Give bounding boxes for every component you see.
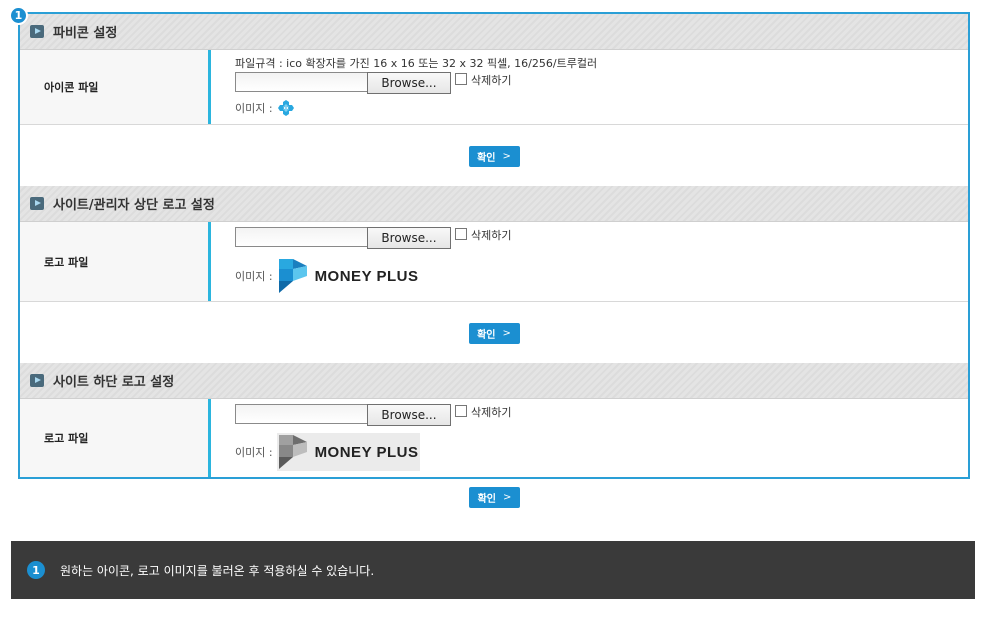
favicon-browse-button[interactable]: Browse... <box>367 72 451 94</box>
favicon-preview-icon <box>277 100 294 116</box>
confirm-label: 확인 <box>477 329 496 341</box>
bottom-logo-confirm-area: 확인 > <box>469 487 520 508</box>
top-logo-row: 로고 파일 Browse... 삭제하기 이미지 : MONEY PLUS <box>20 222 968 302</box>
bottom-logo-delete-checkbox[interactable] <box>455 405 467 417</box>
top-logo-browse-button[interactable]: Browse... <box>367 227 451 249</box>
play-icon <box>30 197 44 210</box>
confirm-label: 확인 <box>477 494 496 505</box>
row-value: 파일규격 : ico 확장자를 가진 16 x 16 또는 32 x 32 픽셀… <box>211 50 968 124</box>
favicon-section-header: 파비콘 설정 <box>20 14 968 50</box>
step-badge: 1 <box>9 6 28 25</box>
money-plus-logo-gray: MONEY PLUS <box>276 433 421 471</box>
row-label: 로고 파일 <box>20 399 211 477</box>
logo-text: MONEY PLUS <box>314 267 419 285</box>
top-logo-confirm-area: 확인 > <box>20 303 968 363</box>
favicon-confirm-button[interactable]: 확인 > <box>468 145 520 167</box>
chevron-right-icon: > <box>502 150 511 162</box>
image-preview-line: 이미지 : <box>235 99 295 117</box>
top-logo-delete-checkbox[interactable] <box>455 228 467 240</box>
row-value: Browse... 삭제하기 이미지 : MONEY PLUS <box>211 399 968 477</box>
play-icon <box>30 374 44 387</box>
top-logo-confirm-button[interactable]: 확인 > <box>468 322 520 344</box>
favicon-confirm-area: 확인 > <box>20 126 968 186</box>
confirm-label: 확인 <box>477 152 496 164</box>
file-input-group: Browse... 삭제하기 <box>235 227 511 249</box>
image-label: 이미지 : <box>235 270 273 283</box>
play-icon <box>30 25 44 38</box>
favicon-row: 아이콘 파일 파일규격 : ico 확장자를 가진 16 x 16 또는 32 … <box>20 50 968 125</box>
top-logo-section-header: 사이트/관리자 상단 로고 설정 <box>20 186 968 222</box>
row-value: Browse... 삭제하기 이미지 : MONEY PLUS <box>211 222 968 301</box>
logo-text: MONEY PLUS <box>314 443 419 461</box>
image-label: 이미지 : <box>235 102 273 115</box>
help-info-bar: 1 원하는 아이콘, 로고 이미지를 불러온 후 적용하실 수 있습니다. <box>11 541 975 599</box>
step-badge: 1 <box>27 561 45 579</box>
bottom-logo-browse-button[interactable]: Browse... <box>367 404 451 426</box>
delete-label: 삭제하기 <box>471 74 512 87</box>
money-plus-logo: MONEY PLUS <box>277 257 419 295</box>
section-title: 파비콘 설정 <box>53 26 118 41</box>
delete-label: 삭제하기 <box>471 229 512 242</box>
row-label: 로고 파일 <box>20 222 211 301</box>
money-plus-logo-mark <box>278 259 307 293</box>
file-input-group: Browse... 삭제하기 <box>235 404 511 426</box>
bottom-logo-file-path-field[interactable] <box>235 404 367 424</box>
bottom-logo-confirm-button[interactable]: 확인 > <box>469 487 520 508</box>
favicon-file-path-field[interactable] <box>235 72 367 92</box>
bottom-logo-row: 로고 파일 Browse... 삭제하기 이미지 : MONEY PLUS <box>20 399 968 477</box>
image-preview-line: 이미지 : MONEY PLUS <box>235 433 421 471</box>
file-spec-text: 파일규격 : ico 확장자를 가진 16 x 16 또는 32 x 32 픽셀… <box>235 57 598 70</box>
section-title: 사이트 하단 로고 설정 <box>53 375 175 390</box>
settings-panel: 파비콘 설정 아이콘 파일 파일규격 : ico 확장자를 가진 16 x 16… <box>18 12 970 479</box>
chevron-right-icon: > <box>502 327 511 339</box>
file-input-group: Browse... 삭제하기 <box>235 72 511 94</box>
row-label: 아이콘 파일 <box>20 50 211 124</box>
section-title: 사이트/관리자 상단 로고 설정 <box>53 198 215 213</box>
image-label: 이미지 : <box>235 446 273 459</box>
bottom-logo-section-header: 사이트 하단 로고 설정 <box>20 363 968 399</box>
delete-label: 삭제하기 <box>471 406 512 419</box>
image-preview-line: 이미지 : MONEY PLUS <box>235 257 418 295</box>
chevron-right-icon: > <box>503 492 512 503</box>
top-logo-file-path-field[interactable] <box>235 227 367 247</box>
help-text: 원하는 아이콘, 로고 이미지를 불러온 후 적용하실 수 있습니다. <box>60 563 375 578</box>
favicon-delete-checkbox[interactable] <box>455 73 467 85</box>
money-plus-logo-mark <box>278 435 307 469</box>
